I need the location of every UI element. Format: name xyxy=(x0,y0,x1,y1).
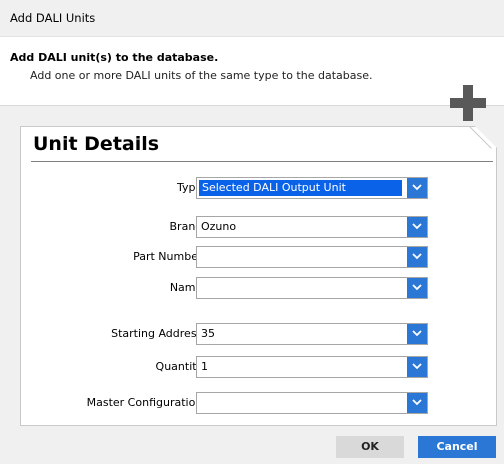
header-title: Add DALI unit(s) to the database. xyxy=(10,51,219,64)
cancel-button[interactable]: Cancel xyxy=(418,436,496,458)
dialog-header: Add DALI unit(s) to the database. Add on… xyxy=(0,37,504,121)
starting-address-label: Starting Address: xyxy=(111,327,206,340)
chevron-down-icon[interactable] xyxy=(407,324,427,344)
chevron-down-icon[interactable] xyxy=(407,357,427,377)
part-number-dropdown[interactable] xyxy=(196,246,428,268)
quantity-value: 1 xyxy=(201,360,208,373)
part-number-row: Part Number: xyxy=(21,246,496,268)
starting-address-row: Starting Address: 35 xyxy=(21,323,496,345)
chevron-down-icon[interactable] xyxy=(407,217,427,237)
starting-address-value: 35 xyxy=(201,327,215,340)
section-divider xyxy=(31,161,493,162)
master-configuration-row: Master Configuration: xyxy=(21,392,496,414)
chevron-down-icon[interactable] xyxy=(407,278,427,298)
section-title: Unit Details xyxy=(33,133,160,155)
window-title: Add DALI Units xyxy=(10,11,96,25)
quantity-row: Quantity: 1 xyxy=(21,356,496,378)
brand-value: Ozuno xyxy=(201,220,237,233)
name-dropdown[interactable] xyxy=(196,277,428,299)
header-subtitle: Add one or more DALI units of the same t… xyxy=(30,69,373,82)
plus-icon xyxy=(450,85,486,121)
chevron-down-icon[interactable] xyxy=(407,247,427,267)
quantity-dropdown[interactable]: 1 xyxy=(196,356,428,378)
ok-button[interactable]: OK xyxy=(336,436,404,458)
brand-row: Brand: Ozuno xyxy=(21,216,496,238)
chevron-down-icon[interactable] xyxy=(407,393,427,413)
type-row: Type: Selected DALI Output Unit xyxy=(21,177,496,199)
unit-details-panel: Unit Details Type: Selected DALI Output … xyxy=(20,126,497,426)
brand-dropdown[interactable]: Ozuno xyxy=(196,216,428,238)
chevron-down-icon[interactable] xyxy=(407,178,427,198)
title-bar: Add DALI Units xyxy=(0,0,504,37)
master-configuration-label: Master Configuration: xyxy=(86,396,206,409)
starting-address-dropdown[interactable]: 35 xyxy=(196,323,428,345)
name-row: Name: xyxy=(21,277,496,299)
type-value: Selected DALI Output Unit xyxy=(199,180,402,196)
type-dropdown[interactable]: Selected DALI Output Unit xyxy=(196,177,428,199)
master-configuration-dropdown[interactable] xyxy=(196,392,428,414)
